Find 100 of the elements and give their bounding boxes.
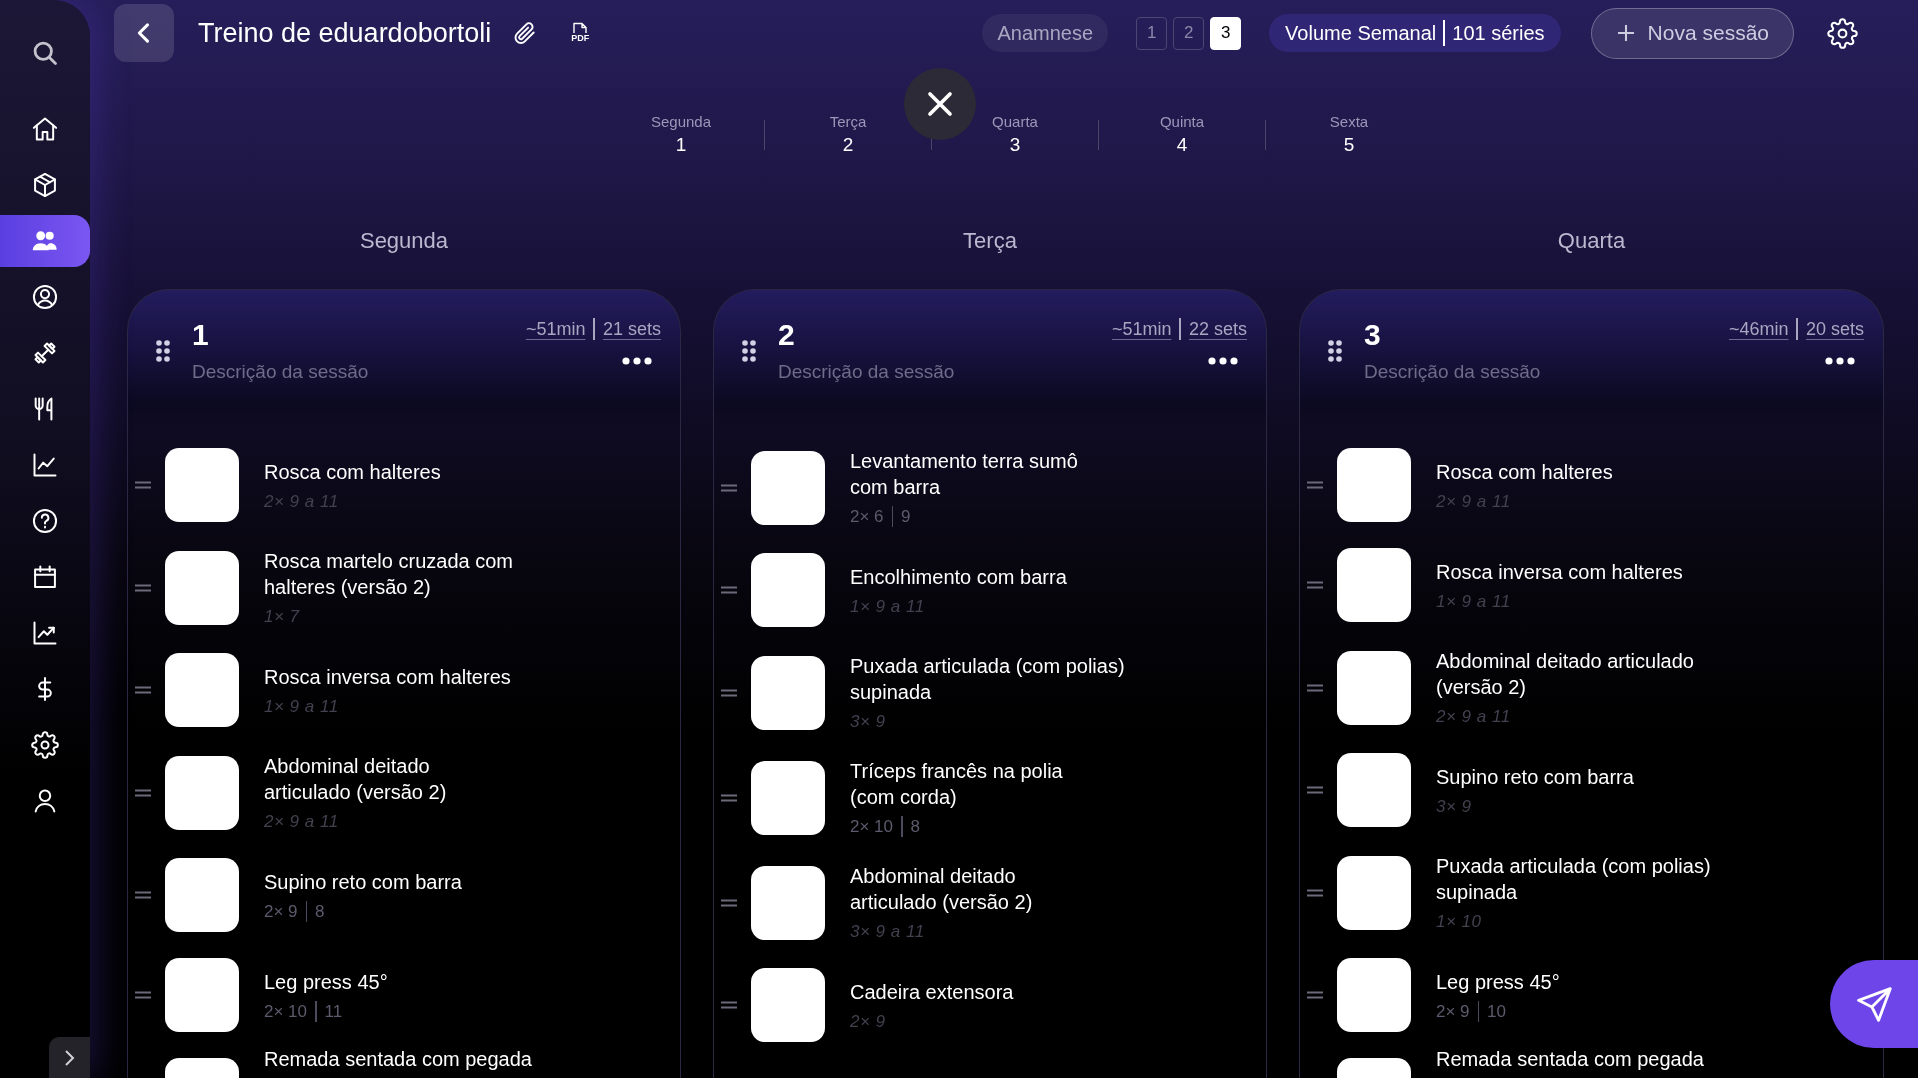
exercise-name: Abdominal deitado articulado (versão 2) bbox=[264, 754, 447, 805]
exercise-name: Supino reto com barra bbox=[1436, 764, 1634, 790]
more-button[interactable] bbox=[622, 357, 652, 365]
more-icon bbox=[622, 357, 652, 365]
send-icon bbox=[1856, 986, 1892, 1022]
day-tab[interactable]: Quinta 4 bbox=[1159, 112, 1205, 158]
question-icon bbox=[31, 507, 59, 535]
send-button[interactable] bbox=[1830, 960, 1918, 1048]
document-icon bbox=[573, 22, 588, 33]
anamnese-button[interactable]: Anamnese bbox=[982, 14, 1109, 52]
exercise-sets: 1× 9 a 11 bbox=[264, 695, 339, 717]
exercise-name: Rosca com halteres bbox=[264, 459, 441, 485]
weekly-volume-value: 101 séries bbox=[1452, 21, 1545, 45]
drag-handle-icon[interactable] bbox=[1306, 991, 1324, 999]
exercise-name: Leg press 45° bbox=[264, 969, 388, 995]
new-session-button[interactable]: Nova sessão bbox=[1590, 7, 1794, 59]
day-tab[interactable]: Quarta 3 bbox=[992, 112, 1038, 158]
exercise-sets: 3× 9 bbox=[850, 711, 886, 732]
exercise-name: Rosca com halteres bbox=[1436, 459, 1613, 485]
day-tab[interactable]: Sexta 5 bbox=[1329, 112, 1369, 158]
page-title: Treino de eduardobortoli bbox=[198, 17, 492, 49]
session-duration: ~51min bbox=[525, 318, 586, 340]
drag-handle-icon[interactable] bbox=[1306, 581, 1324, 589]
exercise-name: Rosca inversa com halteres bbox=[264, 664, 511, 690]
drag-handle-icon[interactable] bbox=[1306, 481, 1324, 489]
exercise-name: Rosca inversa com halteres bbox=[1436, 559, 1683, 585]
drag-handle-icon[interactable] bbox=[134, 583, 152, 592]
exercise-sets: 1× 9 a 11 bbox=[850, 595, 925, 617]
more-icon bbox=[1208, 357, 1238, 365]
exercise-name: Puxada articulada (com polias) supinada bbox=[1436, 854, 1711, 905]
session-set-count: 22 sets bbox=[1188, 318, 1247, 340]
session-duration: ~51min bbox=[1111, 318, 1172, 340]
more-button[interactable] bbox=[1825, 357, 1855, 365]
session-duration: ~46min bbox=[1728, 318, 1789, 340]
back-button[interactable] bbox=[114, 4, 174, 62]
session-number: 3 bbox=[1364, 318, 1382, 352]
pdf-button[interactable]: PDF bbox=[567, 20, 594, 46]
user-circle-icon bbox=[31, 283, 59, 311]
plus-icon bbox=[1617, 25, 1634, 41]
exercise-name: Cadeira extensora bbox=[850, 979, 1014, 1005]
exercise-name: Encolhimento com barra bbox=[850, 564, 1067, 590]
settings-icon bbox=[31, 731, 59, 759]
sidebar-expand-button[interactable] bbox=[49, 1037, 90, 1078]
page-button[interactable]: 1 bbox=[1136, 16, 1168, 50]
session-set-count: 21 sets bbox=[602, 318, 661, 340]
sidebar-nav-button[interactable] bbox=[0, 215, 90, 267]
drag-handle-icon[interactable] bbox=[134, 481, 152, 489]
grip-icon[interactable] bbox=[1328, 340, 1342, 362]
page-button[interactable]: 2 bbox=[1173, 16, 1205, 50]
session-set-count: 20 sets bbox=[1805, 318, 1864, 340]
line-chart-icon bbox=[31, 451, 59, 479]
exercise-sets: 1× 10 bbox=[1436, 911, 1482, 932]
day-heading: Terça bbox=[963, 227, 1017, 255]
drag-handle-icon[interactable] bbox=[134, 686, 152, 694]
drag-handle-icon[interactable] bbox=[720, 898, 738, 907]
exercise-sets: 2× 10 bbox=[850, 816, 893, 837]
exercise-name: Abdominal deitado articulado (versão 2) bbox=[850, 864, 1033, 915]
drag-handle-icon[interactable] bbox=[720, 688, 738, 697]
exercise-name: Remada sentada com pegada bbox=[1436, 1047, 1704, 1072]
session-description-field[interactable]: Descrição da sessão bbox=[1364, 360, 1664, 384]
day-heading: Quarta bbox=[1557, 227, 1626, 255]
drag-handle-icon[interactable] bbox=[720, 586, 738, 594]
page-button[interactable]: 3 bbox=[1210, 16, 1242, 50]
drag-handle-icon[interactable] bbox=[134, 891, 152, 899]
cube-icon bbox=[31, 171, 59, 199]
exercise-sets: 2× 10 bbox=[264, 1000, 307, 1022]
exercise-sets: 3× 9 bbox=[1436, 795, 1472, 817]
session-number: 2 bbox=[778, 318, 796, 352]
day-tab[interactable]: Terça 2 bbox=[829, 112, 867, 158]
more-button[interactable] bbox=[1208, 357, 1238, 365]
settings-button[interactable] bbox=[1826, 17, 1858, 49]
day-tab[interactable]: Segunda 1 bbox=[650, 112, 712, 158]
drag-handle-icon[interactable] bbox=[720, 793, 738, 802]
exercise-sets: 11 bbox=[324, 1000, 343, 1022]
exercise-sets: 8 bbox=[315, 900, 325, 922]
drag-handle-icon[interactable] bbox=[134, 991, 152, 999]
drag-handle-icon[interactable] bbox=[1306, 888, 1324, 897]
exercise-sets: 1× 7 bbox=[264, 606, 300, 627]
drag-handle-icon[interactable] bbox=[720, 483, 738, 492]
drag-handle-icon[interactable] bbox=[134, 788, 152, 797]
drag-handle-icon[interactable] bbox=[720, 1001, 738, 1009]
exercise-name: Rosca martelo cruzada com halteres (versão 2) bbox=[264, 549, 513, 600]
drag-handle-icon[interactable] bbox=[1306, 786, 1324, 794]
day-heading: Segunda bbox=[359, 227, 449, 255]
session-description-field[interactable]: Descrição da sessão bbox=[778, 360, 1078, 384]
calendar-icon bbox=[31, 563, 59, 591]
close-icon bbox=[930, 94, 950, 114]
exercise-name: Tríceps francês na polia (com corda) bbox=[850, 759, 1063, 810]
session-description-field[interactable]: Descrição da sessão bbox=[192, 360, 492, 384]
exercise-sets: 1× 9 a 11 bbox=[1436, 590, 1511, 612]
exercise-name: Remada sentada com pegada bbox=[264, 1047, 532, 1072]
grip-icon[interactable] bbox=[742, 340, 756, 362]
exercise-sets: 2× 6 bbox=[850, 506, 884, 527]
exercise-sets: 9 bbox=[901, 506, 911, 527]
exercise-sets: 10 bbox=[1487, 1000, 1506, 1022]
drag-handle-icon[interactable] bbox=[1306, 683, 1324, 692]
exercise-sets: 2× 9 a 11 bbox=[264, 811, 339, 832]
more-icon bbox=[1825, 357, 1855, 365]
trend-chart-icon bbox=[31, 619, 59, 647]
grip-icon[interactable] bbox=[156, 340, 170, 362]
